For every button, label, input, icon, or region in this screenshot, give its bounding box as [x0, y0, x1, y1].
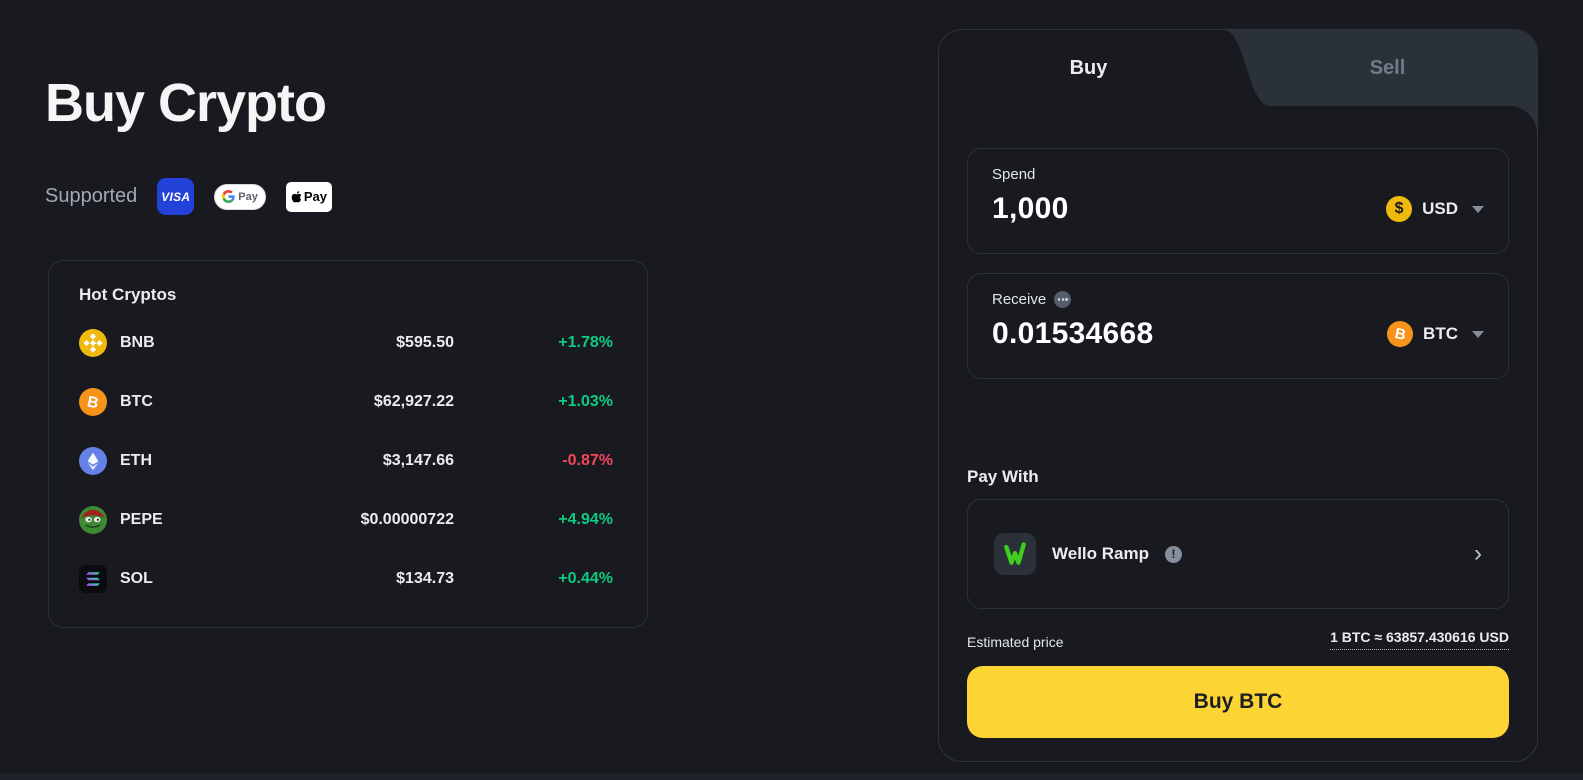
receive-amount-input[interactable]: 0.01534668 — [992, 317, 1154, 351]
apple-logo-icon — [291, 190, 302, 202]
usd-coin-icon: $ — [1386, 196, 1413, 222]
buy-btc-button[interactable]: Buy BTC — [967, 666, 1509, 738]
coin-icon — [79, 328, 107, 357]
spend-currency-code: USD — [1422, 199, 1458, 218]
tab-sell[interactable]: Sell — [1238, 30, 1537, 106]
supported-label: Supported — [45, 185, 138, 207]
estimated-price-label: Estimated price — [967, 634, 1064, 650]
chevron-down-icon — [1472, 330, 1484, 338]
buy-sell-widget: Buy Sell Spend 1,000 $ USD Receive 0.015… — [938, 29, 1538, 762]
payment-provider-name: Wello Ramp — [1052, 544, 1149, 563]
hot-cryptos-list: BNB $595.50 +1.78% B BTC $62,927.22 +1.0… — [79, 313, 613, 608]
footer-divider — [0, 773, 1583, 780]
supported-payments: Supported VISA Pay Pay — [45, 178, 333, 215]
hot-crypto-row-pepe[interactable]: PEPE $0.00000722 +4.94% — [79, 490, 613, 549]
chevron-right-icon: › — [1474, 540, 1482, 567]
receive-currency-code: BTC — [1423, 324, 1458, 343]
info-icon[interactable]: ! — [1164, 545, 1182, 563]
hot-crypto-row-btc[interactable]: B BTC $62,927.22 +1.03% — [79, 372, 613, 431]
coin-price: $134.73 — [396, 569, 454, 587]
coin-symbol: BNB — [120, 333, 155, 351]
coin-icon: B — [79, 387, 107, 416]
more-info-dots-icon[interactable] — [1054, 291, 1072, 308]
coin-symbol: ETH — [120, 451, 152, 469]
payment-provider-card[interactable]: Wello Ramp ! › — [967, 499, 1509, 609]
coin-price: $62,927.22 — [373, 392, 454, 410]
btc-coin-icon: B — [1387, 321, 1414, 347]
coin-price: $3,147.66 — [382, 451, 454, 469]
coin-change: +0.44% — [558, 569, 613, 587]
coin-change: +4.94% — [558, 510, 613, 528]
coin-price: $0.00000722 — [360, 510, 454, 528]
visa-badge-icon: VISA — [157, 178, 195, 215]
pay-with-heading: Pay With — [967, 467, 1039, 486]
receive-currency-selector[interactable]: B BTC — [1387, 321, 1484, 347]
coin-symbol: BTC — [120, 392, 153, 410]
coin-change: -0.87% — [562, 451, 613, 469]
coin-icon — [79, 446, 107, 475]
tab-buy[interactable]: Buy — [939, 30, 1238, 106]
estimated-price-row: Estimated price 1 BTC ≈ 63857.430616 USD — [967, 629, 1509, 650]
receive-label: Receive — [992, 291, 1484, 308]
coin-change: +1.78% — [558, 333, 613, 351]
eth-icon — [79, 446, 107, 475]
page-title: Buy Crypto — [45, 73, 327, 133]
spend-field[interactable]: Spend 1,000 $ USD — [967, 148, 1509, 254]
spend-amount-input[interactable]: 1,000 — [992, 192, 1069, 226]
wello-ramp-logo-icon — [994, 533, 1036, 575]
coin-icon — [79, 505, 107, 534]
receive-field[interactable]: Receive 0.01534668 B BTC — [967, 273, 1509, 379]
google-g-icon — [222, 190, 236, 203]
spend-currency-selector[interactable]: $ USD — [1386, 196, 1484, 222]
hot-crypto-row-eth[interactable]: ETH $3,147.66 -0.87% — [79, 431, 613, 490]
hot-cryptos-card: Hot Cryptos BNB $595.50 +1.78% B BTC $62… — [48, 260, 648, 628]
pepe-icon — [79, 505, 107, 534]
coin-symbol: PEPE — [120, 510, 163, 528]
coin-symbol: SOL — [120, 569, 153, 587]
hot-cryptos-title: Hot Cryptos — [79, 285, 177, 304]
coin-icon — [79, 564, 107, 593]
chevron-down-icon — [1472, 205, 1484, 213]
tab-bar: Buy Sell — [939, 30, 1537, 106]
widget-body: Spend 1,000 $ USD Receive 0.01534668 B B… — [939, 135, 1537, 761]
coin-change: +1.03% — [558, 392, 613, 410]
btc-icon: B — [79, 387, 107, 416]
apple-pay-badge-icon: Pay — [285, 181, 333, 212]
estimated-price-value[interactable]: 1 BTC ≈ 63857.430616 USD — [1330, 629, 1509, 650]
hot-crypto-row-bnb[interactable]: BNB $595.50 +1.78% — [79, 313, 613, 372]
hot-crypto-row-sol[interactable]: SOL $134.73 +0.44% — [79, 549, 613, 608]
google-pay-badge-icon: Pay — [214, 183, 266, 210]
coin-price: $595.50 — [396, 333, 454, 351]
sol-icon — [79, 564, 107, 593]
spend-label: Spend — [992, 166, 1036, 183]
bnb-icon — [79, 328, 107, 357]
